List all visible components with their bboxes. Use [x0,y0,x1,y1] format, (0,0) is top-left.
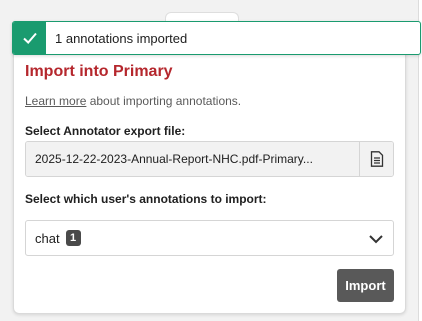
toast-message: 1 annotations imported [55,30,188,46]
user-select[interactable]: chat 1 [25,220,394,256]
chevron-down-icon [369,235,383,244]
check-icon [13,22,46,54]
user-select-label: Select which user's annotations to impor… [25,192,267,206]
file-name-field[interactable]: 2025-12-22-2023-Annual-Report-NHC.pdf-Pr… [26,142,360,176]
file-picker: 2025-12-22-2023-Annual-Report-NHC.pdf-Pr… [25,141,394,177]
learn-more-text: Learn more about importing annotations. [25,94,241,108]
import-button[interactable]: Import [337,269,394,302]
file-icon [370,151,383,167]
annotation-count-badge: 1 [65,230,81,246]
file-label: Select Annotator export file: [25,124,186,138]
learn-more-description: about importing annotations. [86,94,242,108]
panel-title: Import into Primary [25,63,173,80]
learn-more-link[interactable]: Learn more [25,94,86,108]
user-select-value: chat [35,230,60,246]
choose-file-button[interactable] [360,142,393,176]
success-toast: 1 annotations imported [12,21,421,55]
